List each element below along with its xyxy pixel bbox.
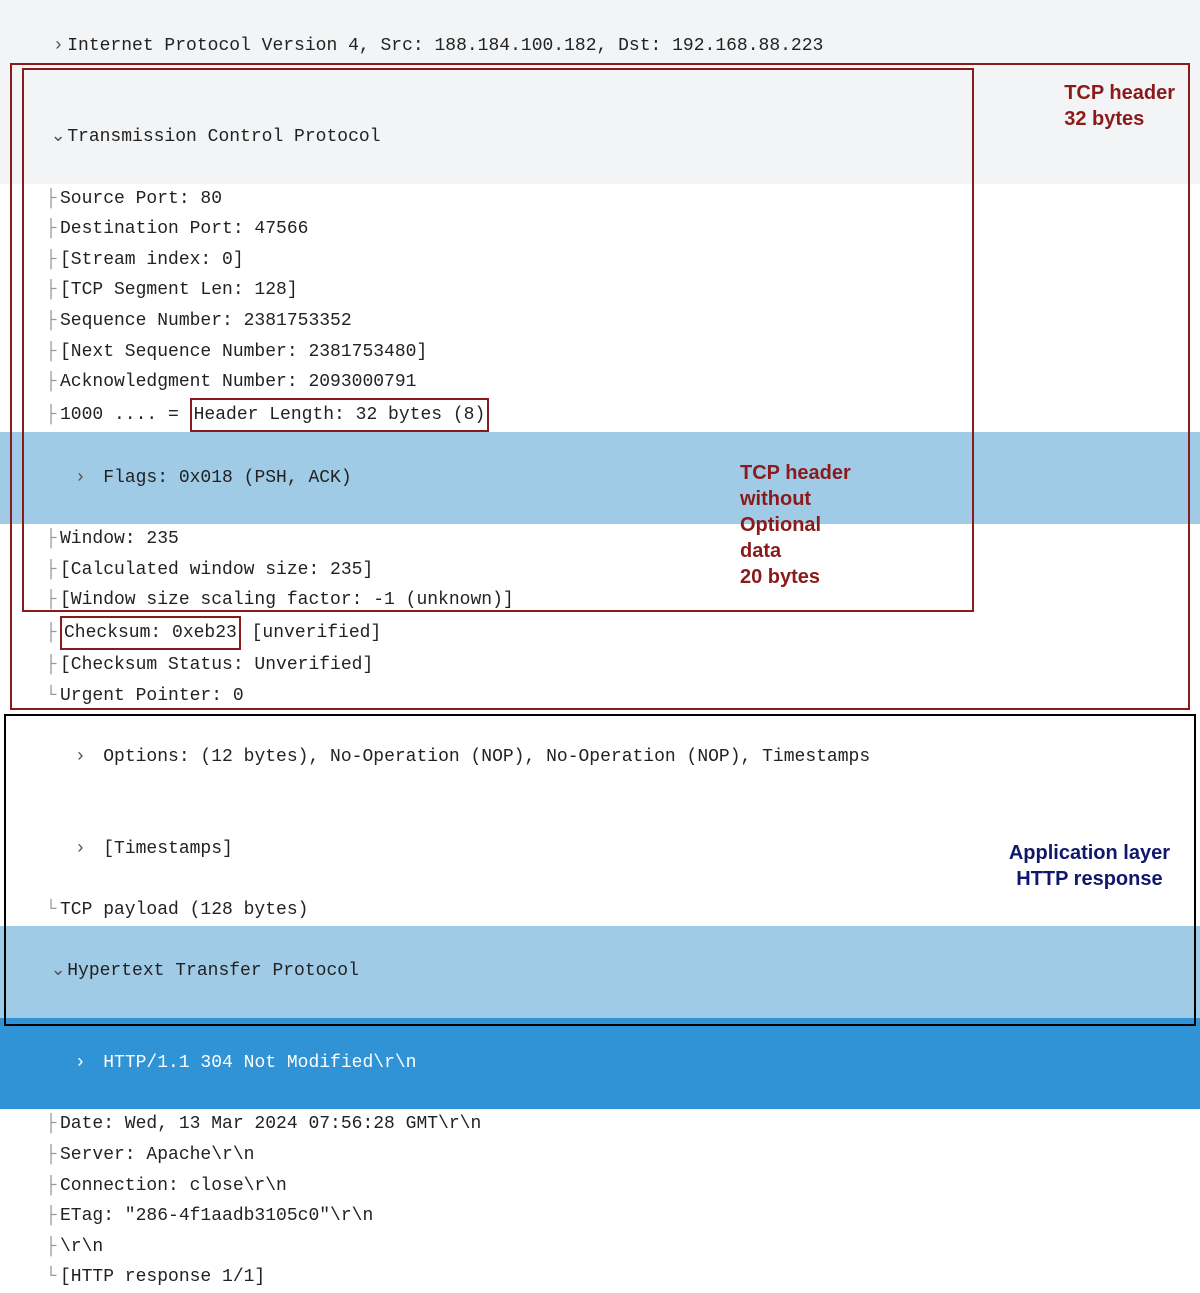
tcp-header-text: Transmission Control Protocol [67, 127, 380, 147]
tcp-header-len[interactable]: ├1000 .... = Header Length: 32 bytes (8) [0, 398, 1200, 433]
field-value: Server: Apache\r\n [60, 1145, 254, 1165]
field-value: [Next Sequence Number: 2381753480] [60, 342, 427, 362]
tree-tee-icon: ├ [42, 245, 60, 276]
tree-tee-icon: ├ [42, 555, 60, 586]
flags-text: Flags: 0x018 (PSH, ACK) [103, 468, 351, 488]
http-etag[interactable]: ├ETag: "286-4f1aadb3105c0"\r\n [0, 1201, 1200, 1232]
http-header-row[interactable]: ⌄Hypertext Transfer Protocol [0, 926, 1200, 1018]
tcp-segment-len[interactable]: ├[TCP Segment Len: 128] [0, 275, 1200, 306]
timestamps-text: [Timestamps] [103, 839, 233, 859]
tcp-header-row[interactable]: ⌄Transmission Control Protocol [0, 92, 1200, 184]
field-value: Urgent Pointer: 0 [60, 686, 244, 706]
tcp-checksum-status[interactable]: ├[Checksum Status: Unverified] [0, 650, 1200, 681]
tree-tee-icon: ├ [42, 1171, 60, 1202]
tree-tee-icon: ├ [42, 1140, 60, 1171]
field-value: Source Port: 80 [60, 189, 222, 209]
field-value: TCP payload (128 bytes) [60, 900, 308, 920]
tcp-window[interactable]: ├Window: 235 [0, 524, 1200, 555]
tcp-dst-port[interactable]: ├Destination Port: 47566 [0, 214, 1200, 245]
ip-text: Internet Protocol Version 4, Src: 188.18… [67, 36, 823, 56]
tree-tee-icon: ├ [42, 524, 60, 555]
tree-tee-icon: ├ [42, 1109, 60, 1140]
tree-tee-icon: ├ [42, 400, 60, 431]
tree-tee-icon: ├ [42, 618, 60, 649]
expand-icon[interactable]: › [71, 834, 89, 865]
expand-icon[interactable]: › [49, 31, 67, 62]
field-value: [HTTP response 1/1] [60, 1267, 265, 1287]
field-value: [Window size scaling factor: -1 (unknown… [60, 590, 514, 610]
hlen-box: Header Length: 32 bytes (8) [190, 398, 490, 433]
tree-end-icon: └ [42, 1262, 60, 1293]
tcp-options-row[interactable]: › Options: (12 bytes), No-Operation (NOP)… [0, 712, 1200, 804]
tcp-src-port[interactable]: ├Source Port: 80 [0, 184, 1200, 215]
tcp-timestamps-row[interactable]: › [Timestamps] [0, 803, 1200, 895]
field-value: Date: Wed, 13 Mar 2024 07:56:28 GMT\r\n [60, 1114, 481, 1134]
checksum-suffix: [unverified] [241, 623, 381, 643]
tree-tee-icon: ├ [42, 585, 60, 616]
options-text: Options: (12 bytes), No-Operation (NOP),… [103, 747, 870, 767]
tcp-ack[interactable]: ├Acknowledgment Number: 2093000791 [0, 367, 1200, 398]
tcp-flags-row[interactable]: › Flags: 0x018 (PSH, ACK) [0, 432, 1200, 524]
tree-tee-icon: ├ [42, 650, 60, 681]
field-value: [Calculated window size: 235] [60, 560, 373, 580]
http-date[interactable]: ├Date: Wed, 13 Mar 2024 07:56:28 GMT\r\n [0, 1109, 1200, 1140]
tcp-seq[interactable]: ├Sequence Number: 2381753352 [0, 306, 1200, 337]
http-crlf[interactable]: ├\r\n [0, 1232, 1200, 1263]
field-value: \r\n [60, 1237, 103, 1257]
tree-tee-icon: ├ [42, 275, 60, 306]
tcp-next-seq[interactable]: ├[Next Sequence Number: 2381753480] [0, 337, 1200, 368]
field-value: [Stream index: 0] [60, 250, 244, 270]
field-value: [Checksum Status: Unverified] [60, 655, 373, 675]
expand-icon[interactable]: › [71, 742, 89, 773]
expand-icon[interactable]: › [71, 1048, 89, 1079]
tcp-urgent[interactable]: └Urgent Pointer: 0 [0, 681, 1200, 712]
field-value: Destination Port: 47566 [60, 219, 308, 239]
tcp-scale[interactable]: ├[Window size scaling factor: -1 (unknow… [0, 585, 1200, 616]
field-value: Sequence Number: 2381753352 [60, 311, 352, 331]
tree-tee-icon: ├ [42, 214, 60, 245]
tcp-stream-index[interactable]: ├[Stream index: 0] [0, 245, 1200, 276]
checksum-box: Checksum: 0xeb23 [60, 616, 241, 651]
http-server[interactable]: ├Server: Apache\r\n [0, 1140, 1200, 1171]
tcp-calc-window[interactable]: ├[Calculated window size: 235] [0, 555, 1200, 586]
tree-tee-icon: ├ [42, 337, 60, 368]
field-value: Acknowledgment Number: 2093000791 [60, 372, 416, 392]
tree-tee-icon: ├ [42, 1201, 60, 1232]
http-connection[interactable]: ├Connection: close\r\n [0, 1171, 1200, 1202]
tree-end-icon: └ [42, 681, 60, 712]
field-value: Window: 235 [60, 529, 179, 549]
http-response-count[interactable]: └[HTTP response 1/1] [0, 1262, 1200, 1293]
ip-row[interactable]: ›Internet Protocol Version 4, Src: 188.1… [0, 0, 1200, 92]
collapse-icon[interactable]: ⌄ [49, 122, 67, 153]
field-value: ETag: "286-4f1aadb3105c0"\r\n [60, 1206, 373, 1226]
tcp-checksum[interactable]: ├Checksum: 0xeb23 [unverified] [0, 616, 1200, 651]
expand-icon[interactable]: › [71, 463, 89, 494]
tree-tee-icon: ├ [42, 184, 60, 215]
tree-tee-icon: ├ [42, 306, 60, 337]
hlen-prefix: 1000 .... = [60, 405, 190, 425]
field-value: [TCP Segment Len: 128] [60, 280, 298, 300]
tree-tee-icon: ├ [42, 367, 60, 398]
http-header-text: Hypertext Transfer Protocol [67, 961, 359, 981]
tree-end-icon: └ [42, 895, 60, 926]
field-value: Connection: close\r\n [60, 1176, 287, 1196]
tree-tee-icon: ├ [42, 1232, 60, 1263]
http-status-text: HTTP/1.1 304 Not Modified\r\n [103, 1053, 416, 1073]
collapse-icon[interactable]: ⌄ [49, 956, 67, 987]
tcp-payload[interactable]: └TCP payload (128 bytes) [0, 895, 1200, 926]
http-status-row[interactable]: › HTTP/1.1 304 Not Modified\r\n [0, 1018, 1200, 1110]
packet-detail-pane: ›Internet Protocol Version 4, Src: 188.1… [0, 0, 1200, 1293]
